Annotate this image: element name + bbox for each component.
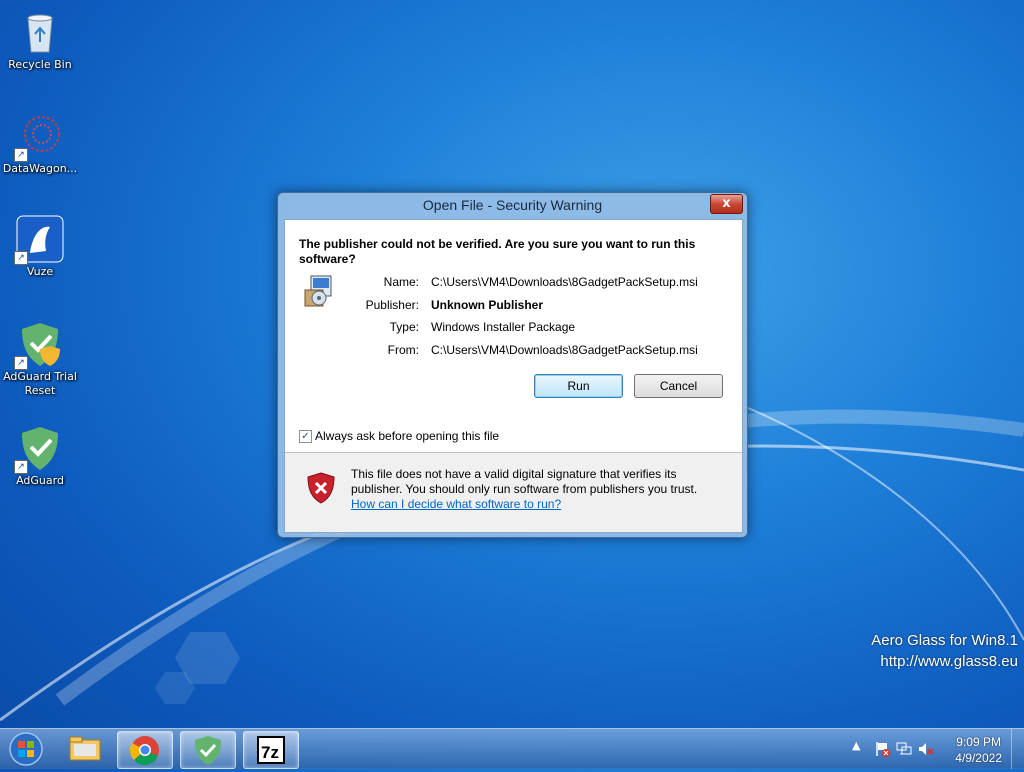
volume-muted-icon[interactable] (918, 741, 934, 757)
datawagon-icon: ↗ (14, 112, 64, 162)
vuze-icon: ↗ (14, 215, 64, 265)
aero-glass-watermark: Aero Glass for Win8.1 http://www.glass8.… (871, 630, 1018, 672)
publisher-label: Publisher: (365, 298, 419, 312)
warning-shield-icon (307, 472, 335, 504)
start-button[interactable] (6, 731, 46, 767)
type-label: Type: (389, 320, 419, 334)
desktop-icon-recycle-bin[interactable]: Recycle Bin (0, 8, 80, 72)
dialog-body: The publisher could not be verified. Are… (284, 219, 743, 533)
action-center-flag-icon[interactable] (874, 741, 890, 757)
windows-orb-icon (9, 732, 43, 766)
desktop-icon-label: Vuze (26, 265, 54, 278)
7zip-icon: 7z (257, 736, 285, 764)
desktop-icon-label: AdGuard (16, 474, 64, 487)
adguard-icon (195, 736, 221, 765)
taskbar: 7z ▲ 9:09 PM 4/9/2022 (0, 728, 1024, 769)
adguard-trial-reset-icon: ↗ (14, 320, 64, 370)
desktop-icon-vuze[interactable]: ↗ Vuze (0, 215, 80, 279)
type-value: Windows Installer Package (431, 320, 576, 334)
system-tray: ▲ 9:09 PM 4/9/2022 (844, 729, 1024, 769)
security-warning-dialog: Open File - Security Warning x The publi… (277, 192, 748, 538)
taskbar-explorer[interactable] (58, 731, 112, 767)
name-value: C:\Users\VM4\Downloads\8GadgetPackSetup.… (431, 275, 698, 289)
adguard-icon: ↗ (14, 424, 64, 474)
network-icon[interactable] (896, 741, 912, 757)
desktop-icon-datawagon[interactable]: ↗ DataWagon... (0, 112, 80, 176)
show-desktop-button[interactable] (1011, 729, 1024, 769)
show-hidden-icons-arrow[interactable]: ▲ (852, 739, 868, 755)
folder-icon (69, 736, 101, 761)
desktop-icon-label: Recycle Bin (8, 58, 72, 71)
shortcut-arrow-icon: ↗ (14, 148, 28, 162)
taskbar-chrome[interactable] (117, 731, 173, 769)
svg-text:7z: 7z (261, 743, 279, 762)
always-ask-checkbox[interactable]: ✓ (299, 430, 312, 444)
chrome-icon (130, 736, 159, 766)
always-ask-label[interactable]: Always ask before opening this file (315, 429, 499, 443)
recycle-bin-icon (16, 8, 64, 56)
clock-date: 4/9/2022 (955, 751, 1002, 765)
clock[interactable]: 9:09 PM 4/9/2022 (955, 734, 1002, 766)
help-link[interactable]: How can I decide what software to run? (351, 497, 731, 512)
desktop-icon-adguard[interactable]: ↗ AdGuard (0, 424, 80, 488)
warning-footer: This file does not have a valid digital … (285, 453, 742, 532)
close-button[interactable]: x (710, 194, 743, 214)
desktop-icon-label: DataWagon... (2, 162, 78, 175)
shortcut-arrow-icon: ↗ (14, 251, 28, 265)
from-label: From: (387, 343, 419, 357)
dialog-titlebar[interactable]: Open File - Security Warning x (278, 193, 747, 219)
watermark-line2: http://www.glass8.eu (880, 653, 1018, 670)
clock-time: 9:09 PM (956, 735, 1001, 749)
warning-message: This file does not have a valid digital … (351, 467, 731, 512)
from-value: C:\Users\VM4\Downloads\8GadgetPackSetup.… (431, 343, 698, 357)
dialog-title: Open File - Security Warning (422, 197, 603, 213)
watermark-line1: Aero Glass for Win8.1 (871, 632, 1018, 649)
shortcut-arrow-icon: ↗ (14, 356, 28, 370)
shortcut-arrow-icon: ↗ (14, 460, 28, 474)
taskbar-adguard[interactable] (180, 731, 236, 769)
taskbar-7zip[interactable]: 7z (243, 731, 299, 769)
desktop-icon-label: AdGuard Trial Reset (3, 370, 77, 397)
desktop-icon-adguard-trial-reset[interactable]: ↗ AdGuard Trial Reset (0, 320, 80, 398)
always-ask-checkbox-row[interactable]: ✓ Always ask before opening this file (299, 429, 499, 444)
run-button[interactable]: Run (534, 374, 623, 398)
warning-text: This file does not have a valid digital … (351, 467, 698, 496)
dialog-question: The publisher could not be verified. Are… (299, 237, 696, 266)
publisher-value: Unknown Publisher (431, 298, 544, 312)
cancel-button[interactable]: Cancel (634, 374, 723, 398)
name-label: Name: (383, 275, 419, 289)
